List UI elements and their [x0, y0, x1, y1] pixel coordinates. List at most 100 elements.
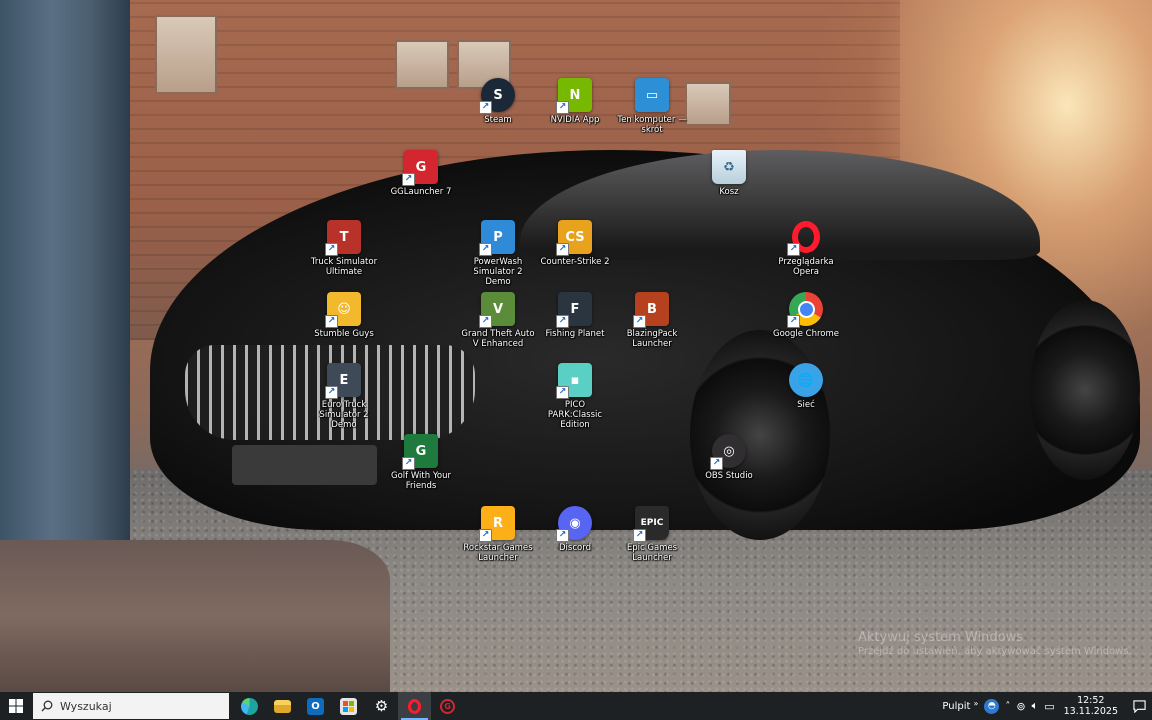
shortcut-arrow-icon: ↗ — [479, 243, 492, 256]
desktop-label: Pulpit — [942, 700, 971, 712]
pico-park-icon: ▪ ↗ — [556, 363, 592, 399]
edge-icon — [241, 697, 258, 715]
show-hidden-icons-chevron-icon[interactable]: ˄ — [1005, 701, 1010, 712]
truck-simulator-icon: T ↗ — [325, 220, 361, 256]
shortcut-arrow-icon: ↗ — [556, 315, 569, 328]
taskbar-app-gglauncher[interactable]: G — [431, 692, 464, 720]
desktop-icon-steam[interactable]: S ↗ Steam — [460, 78, 536, 125]
desktop-icon-chrome[interactable]: ↗ Google Chrome — [768, 292, 844, 339]
desktop-icon-label: GGLauncher 7 — [390, 187, 452, 197]
desktop-icon-label: Sieć — [797, 400, 815, 410]
desktop-icon-label: NVIDIA App — [550, 115, 600, 125]
taskbar-app-outlook[interactable]: O — [299, 692, 332, 720]
clock-time: 12:52 — [1077, 695, 1105, 706]
taskbar-app-edge[interactable] — [233, 692, 266, 720]
desktop-icon-discord[interactable]: ◉ ↗ Discord — [537, 506, 613, 553]
taskbar-app-file-explorer[interactable] — [266, 692, 299, 720]
desktop-icon-label: Counter-Strike 2 — [540, 257, 610, 267]
desktop-icon-label: Kosz — [719, 187, 739, 197]
taskbar-pinned-apps: O ⚙ G — [233, 692, 464, 720]
desktop-icon-golf[interactable]: G ↗ Golf With Your Friends — [383, 434, 459, 491]
gglauncher-icon: G ↗ — [402, 150, 438, 186]
desktop-icon-gglauncher[interactable]: G ↗ GGLauncher 7 — [383, 150, 459, 197]
desktop-icon-powerwash[interactable]: P ↗ PowerWash Simulator 2 Demo — [460, 220, 536, 287]
desktop-icon-label: PICO PARK:Classic Edition — [547, 400, 603, 430]
desktop-icon-obs[interactable]: ◎ ↗ OBS Studio — [691, 434, 767, 481]
desktop-icon-label: Euro Truck Simulator 2 Demo — [319, 400, 369, 430]
desktop-icon-label: Epic Games Launcher — [626, 543, 678, 563]
search-icon — [41, 700, 53, 712]
recycle-bin-icon: ♻ — [712, 150, 746, 184]
desktop-icon-label: OBS Studio — [705, 471, 753, 481]
golf-icon: G ↗ — [402, 434, 438, 470]
desktop-icon-label: Fishing Planet — [545, 329, 605, 339]
network-icon: 🌐 — [789, 363, 823, 397]
windows-logo-icon — [9, 699, 23, 713]
shortcut-arrow-icon: ↗ — [325, 243, 338, 256]
taskbar-app-settings[interactable]: ⚙ — [365, 692, 398, 720]
taskbar-app-microsoft-store[interactable] — [332, 692, 365, 720]
shortcut-arrow-icon: ↗ — [479, 101, 492, 114]
desktop-icon-pico-park[interactable]: ▪ ↗ PICO PARK:Classic Edition — [537, 363, 613, 430]
shortcut-arrow-icon: ↗ — [787, 243, 800, 256]
vpn-tray-icon[interactable]: ⊚ — [1016, 700, 1025, 713]
obs-icon: ◎ ↗ — [710, 434, 746, 470]
shortcut-arrow-icon: ↗ — [325, 315, 338, 328]
opera-icon — [406, 698, 423, 715]
desktop-icon-euro-truck[interactable]: E ↗ Euro Truck Simulator 2 Demo — [306, 363, 382, 430]
shortcut-arrow-icon: ↗ — [556, 529, 569, 542]
gear-icon: ⚙ — [374, 697, 389, 715]
desktop-icon-opera[interactable]: ↗ Przeglądarka Opera — [768, 220, 844, 277]
desktop-icon-rockstar[interactable]: R ↗ Rockstar Games Launcher — [460, 506, 536, 563]
start-button[interactable] — [0, 692, 32, 720]
taskbar-clock[interactable]: 12:52 13.11.2025 — [1064, 695, 1118, 717]
browser-tray-icon[interactable]: ◓ — [984, 698, 1000, 714]
desktop-icon-truck-simulator[interactable]: T ↗ Truck Simulator Ultimate — [306, 220, 382, 277]
desktop-icon-stumble-guys[interactable]: ☺ ↗ Stumble Guys — [306, 292, 382, 339]
taskbar: Wyszukaj O ⚙ G Pulpit » ◓ ˄ ⊚ 🔈︎ ▭ 12:52 1… — [0, 692, 1152, 720]
shortcut-arrow-icon: ↗ — [479, 315, 492, 328]
desktop-toolbar-label[interactable]: Pulpit » — [942, 699, 978, 712]
desktop-icon-grid: S ↗ Steam N ↗ NVIDIA App ▭ Ten komputer — skrót… — [0, 0, 1152, 692]
desktop-icon-label: Discord — [559, 543, 591, 553]
shortcut-arrow-icon: ↗ — [556, 243, 569, 256]
desktop-icon-counter-strike[interactable]: CS ↗ Counter-Strike 2 — [537, 220, 613, 267]
notification-center-icon[interactable] — [1126, 692, 1152, 720]
nvidia-icon: N ↗ — [556, 78, 592, 114]
system-tray: Pulpit » ◓ ˄ ⊚ 🔈︎ ▭ 12:52 13.11.2025 — [939, 692, 1152, 720]
desktop-icon-blazingpack[interactable]: B ↗ BlazingPack Launcher — [614, 292, 690, 349]
desktop-icon-network[interactable]: 🌐 Sieć — [768, 363, 844, 410]
taskbar-app-opera[interactable] — [398, 692, 431, 720]
epic-games-icon: EPIC ↗ — [633, 506, 669, 542]
euro-truck-icon: E ↗ — [325, 363, 361, 399]
clock-date: 13.11.2025 — [1063, 706, 1118, 717]
network-tray-icon[interactable]: ▭ — [1044, 700, 1054, 713]
shortcut-arrow-icon: ↗ — [402, 173, 415, 186]
desktop-icon-label: Truck Simulator Ultimate — [310, 257, 378, 277]
store-icon — [340, 697, 357, 715]
desktop-icon-label: Google Chrome — [772, 329, 840, 339]
desktop-icon-label: Grand Theft Auto V Enhanced — [461, 329, 535, 349]
desktop-icon-label: Steam — [484, 115, 512, 125]
desktop-icon-epic-games[interactable]: EPIC ↗ Epic Games Launcher — [614, 506, 690, 563]
volume-icon[interactable]: 🔈︎ — [1032, 699, 1039, 713]
desktop-icon-recycle-bin[interactable]: ♻ Kosz — [691, 150, 767, 197]
shortcut-arrow-icon: ↗ — [402, 457, 415, 470]
desktop-icon-label: Rockstar Games Launcher — [463, 543, 533, 563]
shortcut-arrow-icon: ↗ — [556, 386, 569, 399]
shortcut-arrow-icon: ↗ — [325, 386, 338, 399]
desktop-icon-fishing-planet[interactable]: F ↗ Fishing Planet — [537, 292, 613, 339]
desktop-icon-nvidia[interactable]: N ↗ NVIDIA App — [537, 78, 613, 125]
desktop-icon-label: Golf With Your Friends — [391, 471, 451, 491]
desktop-icon-computer[interactable]: ▭ Ten komputer — skrót — [614, 78, 690, 135]
blazingpack-icon: B ↗ — [633, 292, 669, 328]
shortcut-arrow-icon: ↗ — [556, 101, 569, 114]
rockstar-icon: R ↗ — [479, 506, 515, 542]
notification-icon — [1132, 699, 1146, 713]
steam-icon: S ↗ — [479, 78, 515, 114]
gglauncher-icon: G — [439, 698, 456, 715]
desktop-icon-gta-v[interactable]: V ↗ Grand Theft Auto V Enhanced — [460, 292, 536, 349]
taskbar-search-box[interactable]: Wyszukaj — [33, 693, 229, 719]
folder-icon — [274, 699, 291, 713]
desktop-icon-label: Ten komputer — skrót — [617, 115, 687, 135]
